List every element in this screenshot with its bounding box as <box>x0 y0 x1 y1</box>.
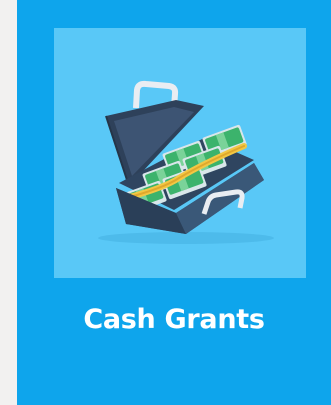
card-image <box>54 28 306 278</box>
briefcase-of-money-icon <box>98 80 274 244</box>
cash-grants-card[interactable]: Cash Grants <box>17 0 331 405</box>
card-title: Cash Grants <box>83 304 265 335</box>
